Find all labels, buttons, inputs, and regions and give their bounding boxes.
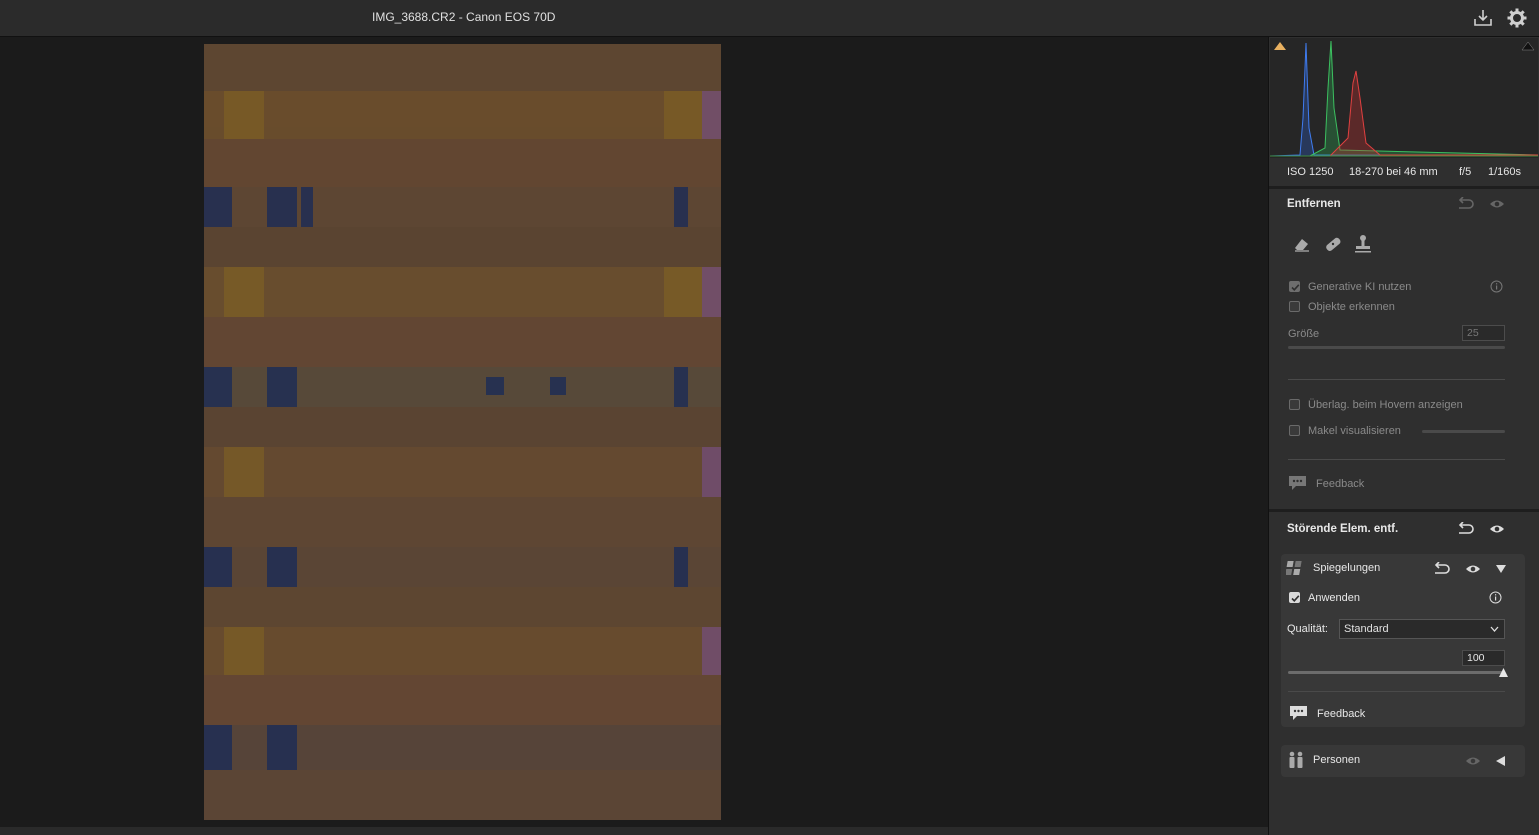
size-slider[interactable] [1288, 346, 1505, 349]
divider [1288, 379, 1505, 380]
filmstrip-bar [0, 827, 1268, 835]
feedback-link[interactable]: Feedback [1317, 708, 1365, 720]
exif-info: ISO 1250 18-270 bei 46 mm f/5 1/160s [1269, 163, 1539, 185]
apply-label: Anwenden [1308, 592, 1360, 604]
persons-icon [1286, 751, 1306, 772]
reset-icon[interactable] [1457, 196, 1475, 214]
stamp-icon[interactable] [1353, 234, 1373, 257]
size-label: Größe [1288, 328, 1320, 340]
photo-preview[interactable] [204, 44, 721, 820]
visibility-icon[interactable] [1489, 523, 1505, 538]
generative-ai-checkbox[interactable] [1289, 281, 1300, 292]
chevron-down-icon [1490, 626, 1499, 632]
generative-ai-label: Generative KI nutzen [1308, 281, 1412, 293]
distracting-title: Störende Elem. entf. [1287, 523, 1399, 535]
bandage-icon[interactable] [1323, 235, 1343, 256]
feedback-link[interactable]: Feedback [1316, 478, 1364, 490]
eraser-icon[interactable] [1293, 235, 1311, 256]
adjustments-panel: ISO 1250 18-270 bei 46 mm f/5 1/160s Ent… [1268, 37, 1539, 835]
amount-slider[interactable] [1288, 671, 1505, 674]
apply-checkbox[interactable] [1289, 592, 1300, 603]
exif-lens: 18-270 bei 46 mm [1349, 166, 1438, 178]
quality-label: Qualität: [1287, 623, 1328, 635]
quality-select[interactable]: Standard [1339, 619, 1505, 639]
visibility-icon[interactable] [1465, 755, 1481, 770]
visibility-icon[interactable] [1489, 198, 1505, 213]
visualize-spots-label: Makel visualisieren [1308, 425, 1401, 437]
exif-iso: ISO 1250 [1287, 166, 1334, 178]
visualize-spots-checkbox[interactable] [1289, 425, 1300, 436]
size-input[interactable]: 25 [1462, 325, 1505, 341]
download-icon[interactable] [1472, 7, 1494, 29]
amount-input[interactable]: 100 [1462, 650, 1505, 666]
chevron-left-icon[interactable] [1495, 755, 1506, 770]
entfernen-title: Entfernen [1287, 198, 1341, 210]
persons-label[interactable]: Personen [1313, 754, 1360, 766]
exif-shutter: 1/160s [1488, 166, 1522, 178]
reset-icon[interactable] [1433, 561, 1451, 579]
feedback-icon[interactable] [1289, 705, 1308, 725]
detect-objects-label: Objekte erkennen [1308, 301, 1395, 313]
reflections-label[interactable]: Spiegelungen [1313, 562, 1380, 574]
detect-objects-checkbox[interactable] [1289, 301, 1300, 312]
histogram [1269, 38, 1539, 158]
reflections-section [1281, 554, 1525, 727]
visibility-icon[interactable] [1465, 563, 1481, 578]
gear-icon[interactable] [1506, 7, 1528, 29]
reset-icon[interactable] [1457, 521, 1475, 539]
highlight-clipping-icon[interactable] [1521, 41, 1535, 51]
separator [1269, 186, 1539, 189]
quality-select-value: Standard [1344, 623, 1389, 635]
shadow-clipping-icon[interactable] [1274, 42, 1286, 50]
info-icon[interactable] [1490, 280, 1503, 296]
visualize-spots-slider[interactable] [1422, 430, 1505, 433]
divider [1288, 459, 1505, 460]
hover-overlay-checkbox[interactable] [1289, 399, 1300, 410]
title-bar: IMG_3688.CR2 - Canon EOS 70D [0, 0, 1539, 37]
chevron-down-icon[interactable] [1495, 564, 1507, 577]
info-icon[interactable] [1489, 591, 1502, 607]
divider [1288, 691, 1505, 692]
image-canvas[interactable] [0, 37, 1268, 827]
reflections-icon [1285, 559, 1304, 580]
exif-aperture: f/5 [1459, 166, 1472, 178]
feedback-icon[interactable] [1288, 475, 1307, 495]
slider-handle[interactable] [1498, 667, 1509, 681]
separator [1269, 509, 1539, 512]
window-title: IMG_3688.CR2 - Canon EOS 70D [372, 10, 556, 24]
hover-overlay-label: Überlag. beim Hovern anzeigen [1308, 399, 1463, 411]
